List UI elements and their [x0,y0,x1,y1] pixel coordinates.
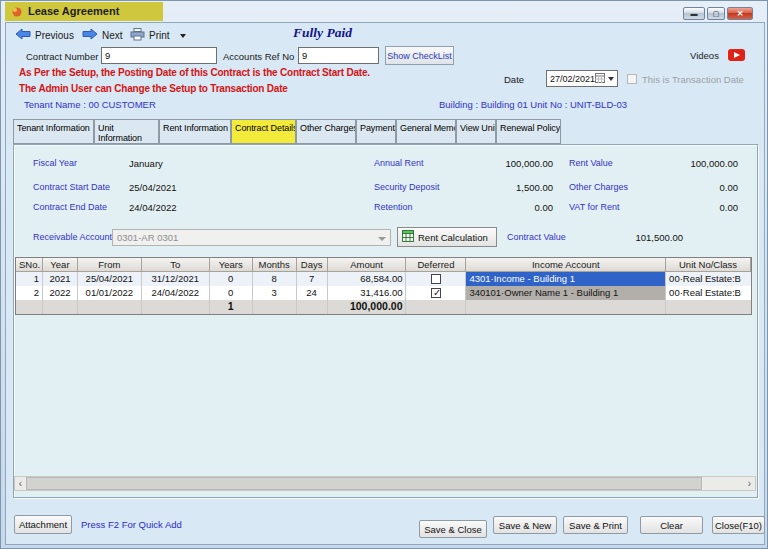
lease-agreement-window: Lease Agreement ▬ ▢ ✕ Previous Next Prin… [0,0,768,549]
horizontal-scrollbar[interactable]: ‹ › [14,476,756,491]
receivable-account-select[interactable]: 0301-AR 0301 [112,229,391,246]
col-from: From [78,258,142,272]
col-years: Years [210,258,253,272]
status-fully-paid: Fully Paid [293,25,352,41]
date-input[interactable]: 27/02/2021 [546,70,618,87]
contract-value-label: Contract Value [507,232,566,242]
accounts-ref-input[interactable]: 9 [298,47,379,64]
tab-other-charges[interactable]: Other Charges [296,119,356,144]
deferred-checkbox[interactable] [431,288,441,298]
date-label: Date [504,74,524,85]
videos-label: Videos [690,50,719,61]
show-checklist-button[interactable]: Show CheckList [385,46,454,65]
warning-line-1: As Per the Setup, the Posting Date of th… [19,67,370,78]
minimize-button[interactable]: ▬ [683,7,705,20]
rent-value-label: Rent Value [569,158,613,168]
annual-rent-label: Annual Rent [374,158,424,168]
col-income-account: Income Account [466,258,666,272]
contract-details-panel [13,144,758,498]
window-title: Lease Agreement [28,5,119,17]
vat-value: 0.00 [626,202,738,213]
clear-button[interactable]: Clear [640,516,703,534]
col-year: Year [43,258,78,272]
tab-unit-information[interactable]: Unit Information [94,119,159,144]
previous-button[interactable]: Previous [15,28,74,42]
vat-label: VAT for Rent [569,202,620,212]
col-to: To [142,258,210,272]
date-dropdown-icon[interactable] [608,77,614,81]
tab-tenant-information[interactable]: Tenant Information [13,119,94,144]
retention-label: Retention [374,202,413,212]
fiscal-year-label: Fiscal Year [33,158,77,168]
next-icon [82,28,98,42]
total-amount: 100,000.00 [328,300,407,314]
save-print-button[interactable]: Save & Print [563,516,628,534]
col-days: Days [297,258,328,272]
security-deposit-value: 1,500.00 [441,182,553,193]
tab-payment[interactable]: Payment [356,119,396,144]
fiscal-year-value: January [129,158,163,169]
warning-line-2: The Admin User can Change the Setup to T… [19,83,288,94]
app-icon [10,5,24,21]
receivable-account-label: Receivable Account [33,232,112,242]
attachment-button[interactable]: Attachment [14,515,72,534]
close-f10-button[interactable]: Close(F10) [712,516,765,534]
contract-start-label: Contract Start Date [33,182,110,192]
close-button[interactable]: ✕ [727,7,753,20]
previous-icon [15,28,31,42]
transaction-date-label: This is Transaction Date [642,74,744,85]
print-button[interactable]: Print [130,28,186,43]
accounts-ref-label: Accounts Ref No [223,51,294,62]
tab-rent-information[interactable]: Rent Information [159,119,231,144]
contract-number-label: Contract Number [26,51,98,62]
deferred-checkbox[interactable] [431,274,441,284]
contract-end-value: 24/04/2022 [129,202,177,213]
scrollbar-thumb[interactable] [26,477,702,490]
print-dropdown-icon[interactable] [180,34,186,38]
other-charges-label: Other Charges [569,182,628,192]
total-years: 1 [210,300,253,314]
scroll-left-icon[interactable]: ‹ [15,477,26,490]
youtube-icon[interactable] [728,49,745,61]
income-account-cell[interactable]: 4301·Income - Building 1 [466,272,666,286]
calendar-icon[interactable] [595,73,605,86]
col-unit-no-class: Unit No/Class [666,258,751,272]
contract-value: 101,500.00 [581,232,683,243]
print-icon [130,28,145,43]
chevron-down-icon [378,237,386,241]
tenant-info: Tenant Name : 00 CUSTOMER [24,99,156,110]
rent-calc-icon [402,230,414,244]
contract-number-input[interactable]: 9 [101,47,217,64]
tab-renewal-policy[interactable]: Renewal Policy [496,119,561,144]
tab-contract-details[interactable]: Contract Details [231,119,296,144]
security-deposit-label: Security Deposit [374,182,440,192]
table-row[interactable]: 2 2022 01/01/2022 24/04/2022 0 3 24 31,4… [16,286,751,300]
col-amount: Amount [328,258,407,272]
tab-view-unit[interactable]: View Unit [456,119,496,144]
col-sno: SNo. [16,258,43,272]
save-new-button[interactable]: Save & New [493,516,557,534]
tab-general-memo[interactable]: General Memo [396,119,456,144]
table-total-row: 1 100,000.00 [16,300,751,314]
scroll-right-icon[interactable]: › [744,477,755,490]
quick-add-hint: Press F2 For Quick Add [81,519,182,530]
rent-value-value: 100,000.00 [626,158,738,169]
other-charges-value: 0.00 [626,182,738,193]
next-button[interactable]: Next [82,28,123,42]
contract-start-value: 25/04/2021 [129,182,177,193]
income-account-cell[interactable]: 340101·Owner Name 1 - Building 1 [466,286,666,300]
annual-rent-value: 100,000.00 [441,158,553,169]
rent-schedule-table: SNo. Year From To Years Months Days Amou… [15,257,752,315]
table-header-row: SNo. Year From To Years Months Days Amou… [16,258,751,272]
maximize-button[interactable]: ▢ [707,7,725,20]
save-close-button[interactable]: Save & Close [419,520,487,538]
table-row[interactable]: 1 2021 25/04/2021 31/12/2021 0 8 7 68,58… [16,272,751,286]
contract-end-label: Contract End Date [33,202,107,212]
col-months: Months [253,258,297,272]
col-deferred: Deferred [406,258,466,272]
retention-value: 0.00 [441,202,553,213]
building-info: Building : Building 01 Unit No : UNIT-BL… [439,99,627,110]
rent-calculation-button[interactable]: Rent Calculation [397,227,497,247]
transaction-date-checkbox[interactable] [627,74,637,84]
